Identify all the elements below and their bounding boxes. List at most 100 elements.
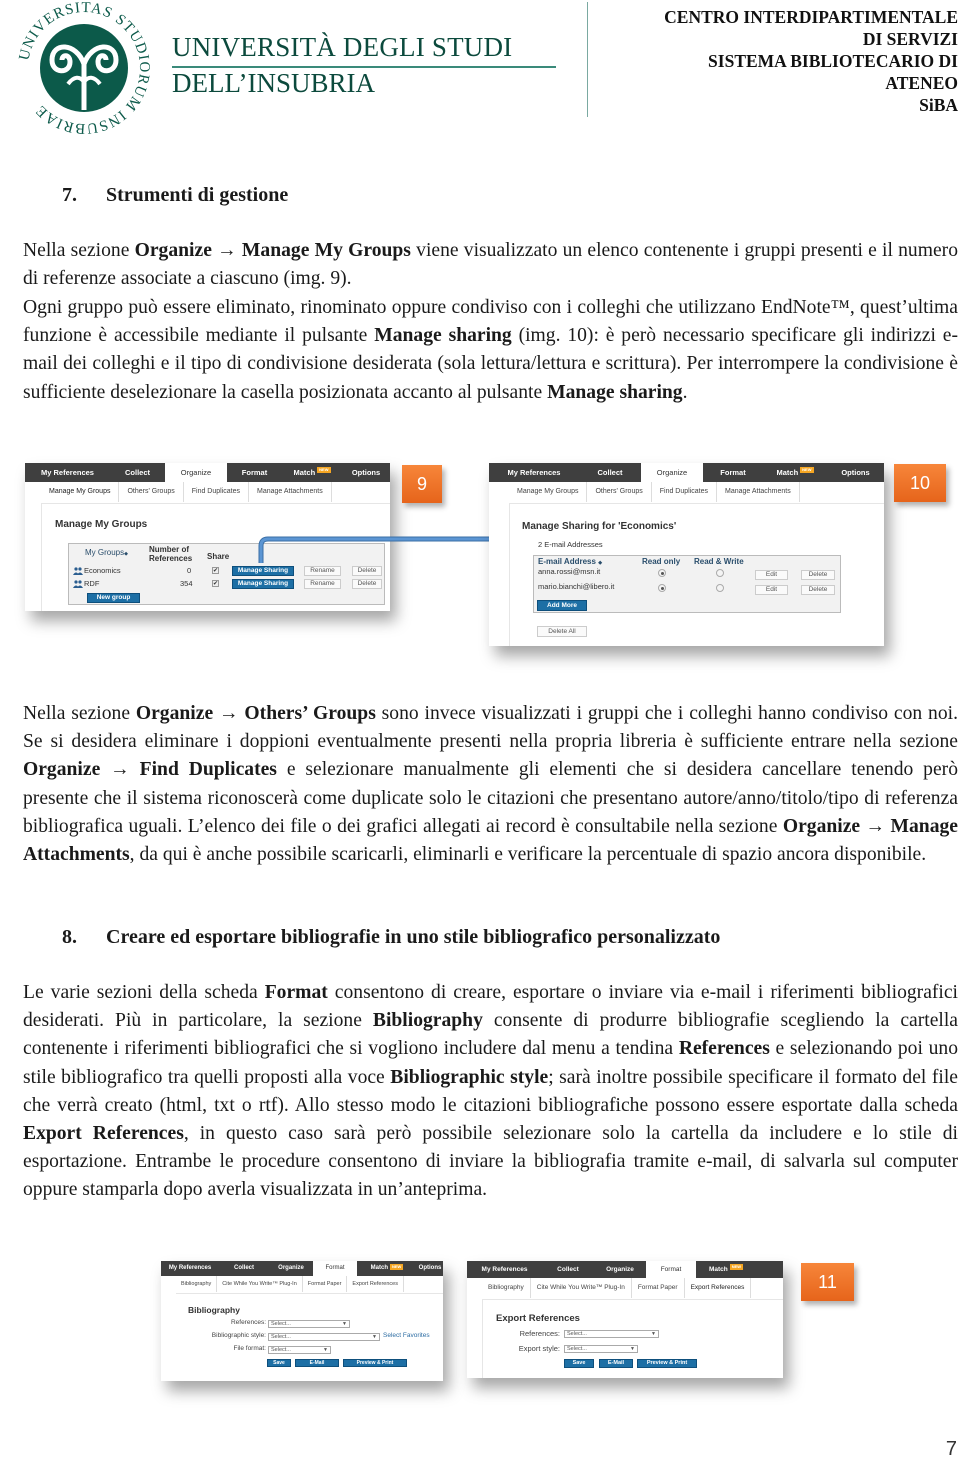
delete-button[interactable]: Delete bbox=[801, 585, 835, 595]
share-checkbox[interactable]: ✔ bbox=[212, 580, 219, 587]
university-logo-icon: UNIVERSITAS STUDIORUM INSUBRIAE bbox=[18, 2, 150, 134]
rename-button[interactable]: Rename bbox=[304, 566, 341, 576]
rename-button[interactable]: Rename bbox=[304, 579, 341, 589]
add-more-button[interactable]: Add More bbox=[537, 600, 587, 611]
subtab-cite-while-you-write[interactable]: Cite While You Write™ Plug-In bbox=[217, 1276, 303, 1292]
email-button[interactable]: E-Mail bbox=[295, 1359, 339, 1367]
bibliographic-style-select[interactable]: Select... ▼ bbox=[268, 1333, 380, 1341]
sort-icon: ◆ bbox=[124, 551, 128, 557]
file-format-select[interactable]: Select... ▼ bbox=[268, 1346, 331, 1354]
save-button[interactable]: Save bbox=[267, 1359, 291, 1367]
tab-my-references[interactable]: My References bbox=[489, 463, 579, 482]
subtab-others-groups[interactable]: Others' Groups bbox=[119, 482, 184, 502]
section-7-paragraph-3: Nella sezione Organize → Others’ Groups … bbox=[23, 703, 958, 866]
subtab-others-groups[interactable]: Others' Groups bbox=[587, 482, 652, 502]
subtab-manage-my-groups[interactable]: Manage My Groups bbox=[41, 482, 120, 502]
email-button[interactable]: E-Mail bbox=[599, 1359, 633, 1368]
screenshot-manage-sharing: My References Collect Organize Format Ma… bbox=[489, 463, 884, 646]
tab-my-references[interactable]: My References bbox=[467, 1261, 542, 1278]
tab-match[interactable]: Match NEW bbox=[696, 1261, 756, 1278]
subtab-format-paper[interactable]: Format Paper bbox=[303, 1276, 348, 1292]
preview-print-button[interactable]: Preview & Print bbox=[343, 1359, 407, 1367]
sort-icon: ◆ bbox=[598, 560, 603, 566]
save-button[interactable]: Save bbox=[564, 1359, 594, 1368]
preview-print-button[interactable]: Preview & Print bbox=[637, 1359, 697, 1368]
tab-match[interactable]: Match NEW bbox=[282, 463, 342, 482]
manage-sharing-button[interactable]: Manage Sharing bbox=[232, 566, 294, 576]
read-write-radio[interactable] bbox=[716, 569, 724, 577]
export-style-select[interactable]: Select... ▼ bbox=[564, 1345, 638, 1353]
edit-button[interactable]: Edit bbox=[755, 570, 788, 580]
delete-button[interactable]: Delete bbox=[352, 579, 382, 589]
delete-button[interactable]: Delete bbox=[801, 570, 835, 580]
edit-button[interactable]: Edit bbox=[755, 585, 788, 595]
tab-format[interactable]: Format bbox=[646, 1261, 696, 1278]
emphasis-term: Organize → Others’ Groups bbox=[135, 703, 376, 724]
group-name[interactable]: Economics bbox=[84, 566, 121, 575]
tab-organize[interactable]: Organize bbox=[594, 1261, 646, 1278]
figure-number-11: 11 bbox=[801, 1263, 854, 1301]
new-group-button[interactable]: New group bbox=[87, 593, 140, 603]
tab-options[interactable]: Options bbox=[827, 463, 884, 482]
tab-options[interactable]: Options bbox=[417, 1261, 443, 1276]
organize-subnav: Manage My Groups Others' Groups Find Dup… bbox=[41, 482, 332, 502]
group-icon bbox=[73, 567, 83, 575]
page-title: Manage Sharing for 'Economics' bbox=[522, 521, 677, 532]
new-badge: NEW bbox=[317, 467, 331, 473]
subtab-find-duplicates[interactable]: Find Duplicates bbox=[184, 482, 249, 502]
col-number-of-references: Number of References bbox=[149, 545, 193, 563]
select-favorites-link[interactable]: Select Favorites bbox=[383, 1332, 430, 1339]
col-read-only: Read only bbox=[642, 557, 681, 566]
subtab-manage-attachments[interactable]: Manage Attachments bbox=[249, 482, 332, 502]
delete-all-button[interactable]: Delete All bbox=[537, 626, 587, 637]
tab-format[interactable]: Format bbox=[703, 463, 763, 482]
subtab-cite-while-you-write[interactable]: Cite While You Write™ Plug-In bbox=[531, 1278, 632, 1298]
tab-match[interactable]: Match NEW bbox=[763, 463, 827, 482]
col-email-address[interactable]: E-mail Address ◆ bbox=[538, 557, 602, 566]
subtab-bibliography[interactable]: Bibliography bbox=[176, 1276, 218, 1292]
format-subnav: Bibliography Cite While You Write™ Plug-… bbox=[176, 1276, 404, 1292]
references-select[interactable]: Select... ▼ bbox=[268, 1320, 350, 1328]
file-format-label: File format: bbox=[233, 1345, 266, 1352]
read-only-radio[interactable] bbox=[658, 569, 666, 577]
emphasis-term: Manage sharing bbox=[547, 381, 683, 403]
tab-format[interactable]: Format bbox=[313, 1261, 357, 1276]
screenshot-export-references: My References Collect Organize Format Ma… bbox=[467, 1261, 783, 1378]
references-label: References: bbox=[519, 1329, 560, 1338]
sharing-table: E-mail Address ◆ Read only Read & Write … bbox=[533, 555, 841, 613]
tab-options[interactable]: Options bbox=[342, 463, 390, 482]
tab-match[interactable]: Match NEW bbox=[357, 1261, 417, 1276]
manage-sharing-button[interactable]: Manage Sharing bbox=[232, 579, 294, 589]
tab-format[interactable]: Format bbox=[227, 463, 282, 482]
tab-my-references[interactable]: My References bbox=[161, 1261, 219, 1276]
new-badge: NEW bbox=[729, 1264, 744, 1270]
subtab-format-paper[interactable]: Format Paper bbox=[632, 1278, 685, 1298]
tab-collect[interactable]: Collect bbox=[219, 1261, 269, 1276]
tab-organize[interactable]: Organize bbox=[641, 463, 703, 482]
group-name[interactable]: RDF bbox=[84, 579, 99, 588]
tab-organize[interactable]: Organize bbox=[165, 463, 227, 482]
read-write-radio[interactable] bbox=[716, 584, 724, 592]
emphasis-term: Export References bbox=[23, 1123, 184, 1145]
subtab-manage-my-groups[interactable]: Manage My Groups bbox=[509, 482, 588, 502]
tab-collect[interactable]: Collect bbox=[110, 463, 165, 482]
tab-my-references[interactable]: My References bbox=[25, 463, 110, 482]
section-8-paragraph-1: Le varie sezioni della scheda Format con… bbox=[23, 982, 959, 1201]
dropdown-arrow-icon: ▼ bbox=[342, 1321, 347, 1327]
tab-collect[interactable]: Collect bbox=[542, 1261, 594, 1278]
col-my-groups[interactable]: My Groups◆ bbox=[85, 548, 128, 557]
col-read-write: Read & Write bbox=[694, 557, 744, 566]
subtab-export-references[interactable]: Export References bbox=[347, 1276, 404, 1292]
tab-organize[interactable]: Organize bbox=[269, 1261, 313, 1276]
subtab-manage-attachments[interactable]: Manage Attachments bbox=[717, 482, 800, 502]
emphasis-term: References bbox=[678, 1038, 770, 1060]
delete-button[interactable]: Delete bbox=[352, 566, 382, 576]
subtab-find-duplicates[interactable]: Find Duplicates bbox=[652, 482, 717, 502]
page-title: Manage My Groups bbox=[55, 519, 148, 530]
subtab-bibliography[interactable]: Bibliography bbox=[482, 1278, 531, 1298]
subtab-export-references[interactable]: Export References bbox=[685, 1278, 752, 1298]
read-only-radio[interactable] bbox=[658, 584, 666, 592]
references-select[interactable]: Select... ▼ bbox=[564, 1330, 659, 1338]
share-checkbox[interactable]: ✔ bbox=[212, 567, 219, 574]
tab-collect[interactable]: Collect bbox=[579, 463, 641, 482]
